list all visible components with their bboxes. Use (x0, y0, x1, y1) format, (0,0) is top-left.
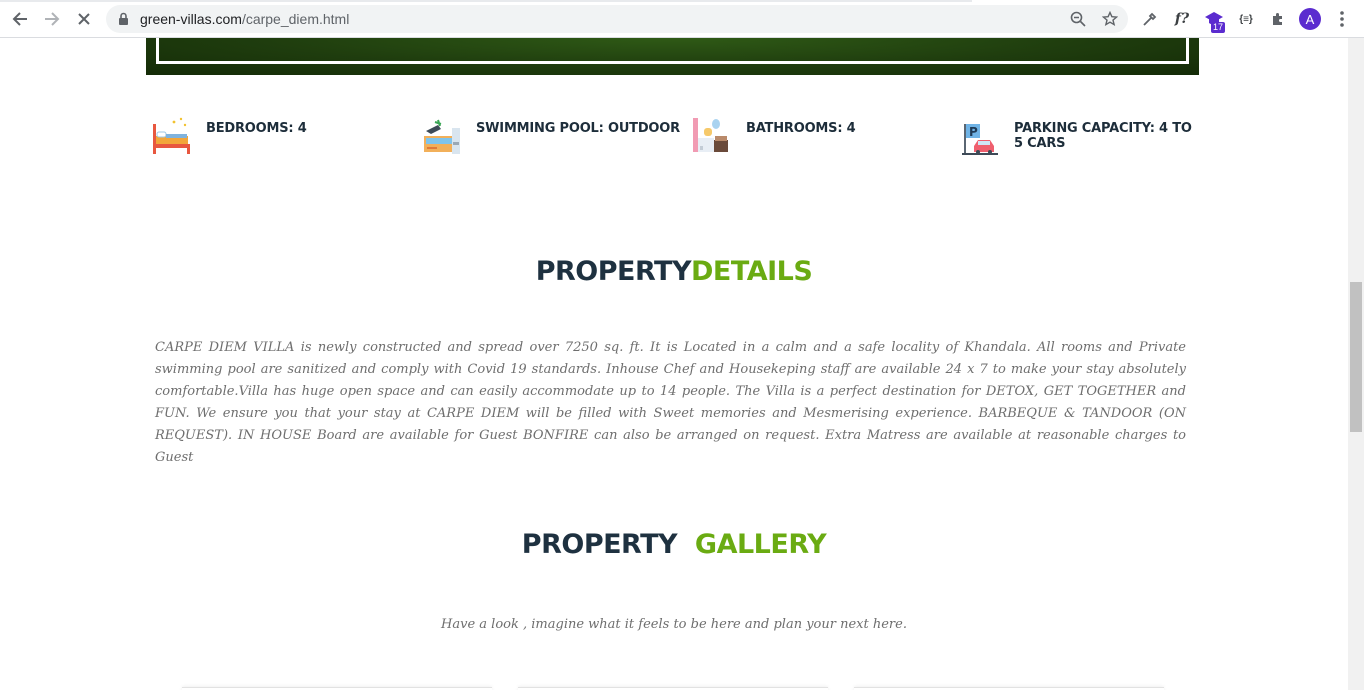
page-load-progress (0, 0, 972, 2)
browser-menu-button[interactable] (1331, 8, 1353, 30)
parking-icon: P (962, 124, 998, 155)
extensions-button[interactable] (1267, 8, 1289, 30)
url-text: green-villas.com/carpe_diem.html (140, 11, 349, 27)
browser-toolbar: green-villas.com/carpe_diem.html f? 17 {… (0, 0, 1364, 38)
bathroom-icon (693, 118, 728, 152)
heading-part-dark: PROPERTY (535, 256, 692, 287)
arrow-right-icon (45, 12, 60, 26)
forward-button[interactable] (40, 7, 64, 31)
star-icon (1102, 11, 1118, 27)
stop-loading-button[interactable] (72, 7, 96, 31)
json-ext-label: {≡} (1239, 13, 1253, 25)
zoom-button[interactable] (1068, 9, 1088, 29)
property-description: CARPE DIEM VILLA is newly constructed an… (155, 340, 1186, 465)
json-extension-button[interactable]: {≡} (1235, 8, 1257, 30)
url-host: green-villas.com (140, 11, 242, 27)
address-bar[interactable]: green-villas.com/carpe_diem.html (106, 5, 1128, 33)
profile-avatar[interactable]: A (1299, 8, 1321, 30)
amenity-label: BATHROOMS: 4 (746, 121, 856, 136)
gallery-tagline: Have a look , imagine what it feels to b… (441, 617, 907, 632)
url-path: /carpe_diem.html (241, 11, 350, 27)
eyedropper-icon (1143, 12, 1157, 26)
amenity-bathrooms: BATHROOMS: 4 (692, 116, 856, 156)
property-gallery-heading: PROPERTY GALLERY (0, 529, 1348, 560)
zoom-out-icon (1070, 11, 1086, 27)
lock-icon (119, 12, 128, 25)
bed-icon (153, 117, 190, 154)
hero-image (146, 38, 1199, 75)
amenity-label: PARKING CAPACITY: 4 TO 5 CARS (1014, 121, 1192, 151)
eyedropper-extension-button[interactable] (1139, 8, 1161, 30)
page-scrollbar[interactable] (1348, 38, 1364, 690)
heading-part-dark: PROPERTY (521, 529, 678, 560)
bookmark-button[interactable] (1100, 9, 1120, 29)
formula-ext-label: f? (1174, 11, 1190, 27)
formula-extension-button[interactable]: f? (1171, 8, 1193, 30)
heading-part-green: DETAILS (691, 256, 813, 287)
property-details-heading: PROPERTYDETAILS (0, 256, 1348, 287)
page-viewport: BEDROOMS: 4 SWIMMING POOL: OUTDOOR BATHR… (0, 38, 1348, 690)
avatar-letter: A (1305, 11, 1315, 27)
puzzle-icon (1273, 13, 1282, 25)
amenity-parking: P PARKING CAPACITY: 4 TO 5 CARS (960, 116, 1192, 156)
hero-frame-border (156, 38, 1189, 64)
svg-text:P: P (969, 125, 978, 139)
scrollbar-thumb[interactable] (1350, 282, 1362, 432)
amenity-swimming-pool: SWIMMING POOL: OUTDOOR (422, 116, 680, 156)
heading-part-green: GALLERY (694, 529, 827, 560)
swimming-pool-icon (424, 119, 460, 154)
extension-badge: 17 (1211, 22, 1226, 33)
close-icon (78, 13, 90, 25)
amenity-label: SWIMMING POOL: OUTDOOR (476, 121, 680, 136)
more-vert-icon (1340, 11, 1344, 27)
arrow-left-icon (12, 12, 27, 26)
amenity-label: BEDROOMS: 4 (206, 121, 307, 136)
amenity-bedrooms: BEDROOMS: 4 (152, 116, 307, 156)
back-button[interactable] (8, 7, 32, 31)
